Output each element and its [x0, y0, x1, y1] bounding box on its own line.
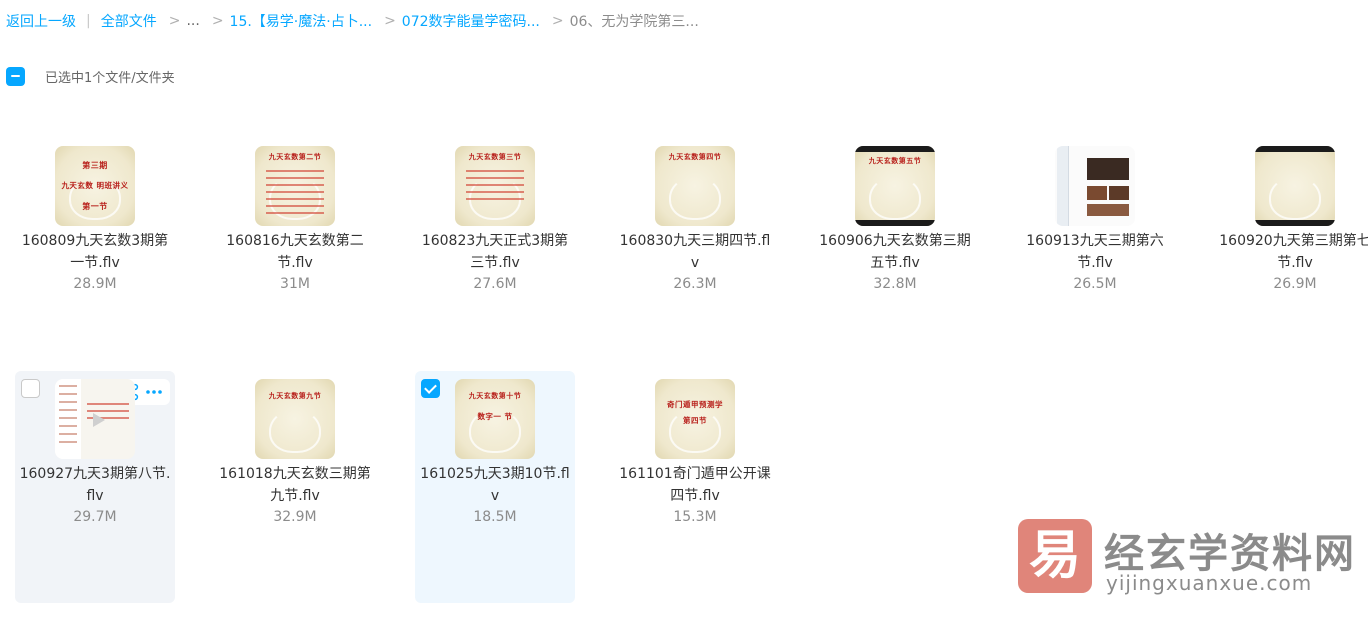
- file-tile[interactable]: 160920九天第三期第七节.flv 26.9M: [1215, 138, 1368, 370]
- chevron-right-icon: >: [384, 13, 396, 29]
- file-tile[interactable]: 九天玄数第十节 数字一 节 161025九天3期10节.flv 18.5M: [415, 371, 575, 603]
- text-lines: [266, 170, 324, 219]
- breadcrumb: 返回上一级 | 全部文件 > ... > 15.【易学·魔法·占卜... > 0…: [6, 11, 699, 31]
- text-lines: [466, 170, 524, 205]
- video-thumbnail: 奇门遁甲预测学 第四节: [655, 379, 735, 459]
- thumbnail-caption: 九天玄数 明班讲义: [61, 181, 129, 190]
- breadcrumb-ellipsis[interactable]: ...: [186, 13, 199, 29]
- chevron-right-icon: >: [551, 13, 564, 29]
- thumbnail-caption: 九天玄数第四节: [668, 152, 722, 161]
- wreath-icon: [269, 409, 321, 453]
- photo-block: [1087, 158, 1129, 180]
- photo-block: [1087, 186, 1107, 200]
- file-tile[interactable]: 160927九天3期第八节.flv 29.7M: [15, 371, 175, 603]
- notes-strip: [55, 379, 81, 459]
- video-thumbnail: [55, 379, 135, 459]
- breadcrumb-divider: |: [86, 13, 91, 29]
- file-size: 26.9M: [1273, 276, 1317, 292]
- file-size: 26.3M: [673, 276, 717, 292]
- file-name: 160816九天玄数第二节.flv: [226, 233, 364, 271]
- thumbnail-caption: 数字一 节: [477, 412, 513, 421]
- file-tile[interactable]: 奇门遁甲预测学 第四节 161101奇门遁甲公开课四节.flv 15.3M: [615, 371, 775, 603]
- file-tile[interactable]: 第三期 九天玄数 明班讲义 第一节 160809九天玄数3期第一节.flv 28…: [15, 138, 175, 370]
- chevron-right-icon: >: [211, 13, 224, 29]
- thumbnail-caption: 第四节: [683, 416, 707, 425]
- file-size: 31M: [280, 276, 310, 292]
- file-size: 27.6M: [473, 276, 517, 292]
- selection-count: 已选中1个文件/文件夹: [45, 70, 175, 86]
- video-thumbnail: 九天玄数第九节: [255, 379, 335, 459]
- breadcrumb-all-files[interactable]: 全部文件: [101, 11, 157, 31]
- file-name: 160809九天玄数3期第一节.flv: [21, 233, 169, 271]
- file-name: 160830九天三期四节.flv: [619, 233, 771, 271]
- file-size: 28.9M: [73, 276, 117, 292]
- breadcrumb-level2[interactable]: 072数字能量学密码...: [402, 11, 540, 31]
- more-icon[interactable]: [144, 382, 164, 402]
- breadcrumb-current: 06、无为学院第三...: [569, 14, 699, 30]
- play-icon: [93, 413, 105, 427]
- photo-block: [1109, 186, 1129, 200]
- video-thumbnail: 九天玄数第五节: [855, 146, 935, 226]
- file-tile[interactable]: 九天玄数第五节 160906九天玄数第三期五节.flv 32.8M: [815, 138, 975, 370]
- sidebar-strip: [1057, 146, 1069, 226]
- file-name: 160913九天三期第六节.flv: [1026, 233, 1164, 271]
- file-name: 160927九天3期第八节.flv: [19, 466, 171, 504]
- wreath-icon: [869, 176, 921, 220]
- video-thumbnail: [1055, 146, 1135, 226]
- file-tile[interactable]: 九天玄数第四节 160830九天三期四节.flv 26.3M: [615, 138, 775, 370]
- video-thumbnail: 九天玄数第三节: [455, 146, 535, 226]
- video-thumbnail: 九天玄数第十节 数字一 节: [455, 379, 535, 459]
- thumbnail-caption: 九天玄数第五节: [868, 156, 922, 165]
- file-size: 15.3M: [673, 509, 717, 525]
- select-all-checkbox[interactable]: [6, 66, 25, 86]
- watermark-logo: 易: [1018, 519, 1092, 593]
- video-thumbnail: 九天玄数第四节: [655, 146, 735, 226]
- file-tile[interactable]: 160913九天三期第六节.flv 26.5M: [1015, 138, 1175, 370]
- file-name: 160920九天第三期第七节.flv: [1219, 233, 1368, 271]
- thumbnail-caption: 九天玄数第二节: [268, 152, 322, 161]
- back-link[interactable]: 返回上一级: [6, 11, 76, 31]
- file-size: 18.5M: [473, 509, 517, 525]
- file-name: 160906九天玄数第三期五节.flv: [819, 233, 971, 271]
- file-name: 161018九天玄数三期第九节.flv: [219, 466, 371, 504]
- chevron-right-icon: >: [168, 13, 181, 29]
- video-thumbnail: 九天玄数第二节: [255, 146, 335, 226]
- thumbnail-caption: 九天玄数第九节: [268, 391, 322, 400]
- wreath-icon: [669, 176, 721, 220]
- file-size: 29.7M: [73, 509, 117, 525]
- thumbnail-caption: 奇门遁甲预测学: [667, 400, 723, 409]
- video-thumbnail: [1255, 146, 1335, 226]
- file-size: 32.9M: [273, 509, 317, 525]
- file-name: 161101奇门遁甲公开课四节.flv: [619, 466, 771, 504]
- site-watermark: 易 经玄学资料网 yijingxuanxue.com: [1018, 519, 1354, 599]
- file-tile[interactable]: 九天玄数第三节 160823九天正式3期第三节.flv 27.6M: [415, 138, 575, 370]
- thumbnail-caption: 九天玄数第十节: [468, 391, 522, 400]
- selection-bar: 已选中1个文件/文件夹: [6, 66, 175, 86]
- thumbnail-caption: 第一节: [82, 201, 108, 211]
- thumbnail-caption: 九天玄数第三节: [468, 152, 522, 161]
- breadcrumb-level1[interactable]: 15.【易学·魔法·占卜...: [230, 11, 373, 31]
- file-size: 26.5M: [1073, 276, 1117, 292]
- file-size: 32.8M: [873, 276, 917, 292]
- checkbox-icon[interactable]: [21, 379, 40, 398]
- video-thumbnail: 第三期 九天玄数 明班讲义 第一节: [55, 146, 135, 226]
- photo-block: [1087, 204, 1129, 216]
- checkbox-icon[interactable]: [421, 379, 440, 398]
- file-tile[interactable]: 九天玄数第二节 160816九天玄数第二节.flv 31M: [215, 138, 375, 370]
- watermark-url: yijingxuanxue.com: [1106, 571, 1313, 595]
- thumbnail-caption: 第三期: [82, 160, 108, 170]
- file-name: 161025九天3期10节.flv: [420, 466, 570, 504]
- wreath-icon: [1269, 176, 1321, 220]
- file-name: 160823九天正式3期第三节.flv: [421, 233, 569, 271]
- file-tile[interactable]: 九天玄数第九节 161018九天玄数三期第九节.flv 32.9M: [215, 371, 375, 603]
